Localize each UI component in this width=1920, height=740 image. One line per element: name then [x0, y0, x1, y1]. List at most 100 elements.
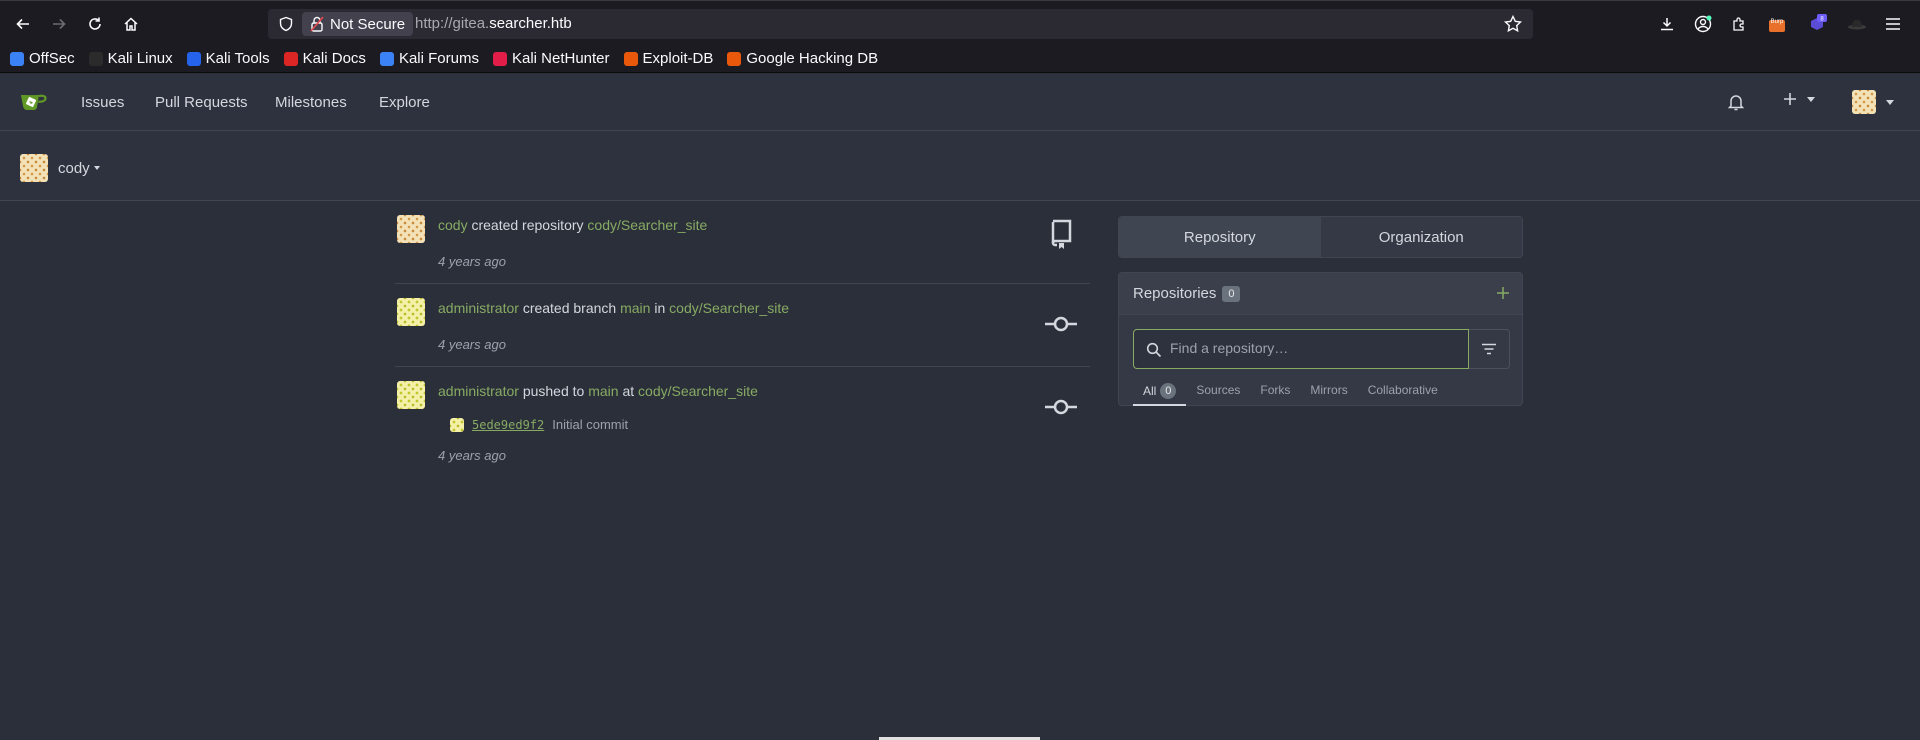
- filter-tab-forks[interactable]: Forks: [1250, 379, 1300, 406]
- insecure-lock-icon: [310, 16, 324, 32]
- menu-button[interactable]: [1880, 11, 1906, 37]
- back-button[interactable]: [10, 11, 36, 37]
- bookmark-label: OffSec: [29, 50, 75, 67]
- avatar[interactable]: [397, 381, 425, 409]
- repositories-label: Repositories: [1133, 285, 1217, 302]
- create-new-dropdown[interactable]: [1783, 92, 1815, 109]
- hat-extension-button[interactable]: [1844, 11, 1870, 37]
- not-secure-indicator[interactable]: Not Secure: [302, 12, 414, 36]
- feed-item: cody created repository cody/Searcher_si…: [395, 201, 1090, 284]
- bookmark-item[interactable]: Kali NetHunter: [492, 50, 610, 67]
- filter-tab-mirrors[interactable]: Mirrors: [1300, 379, 1357, 406]
- all-count-badge: 0: [1160, 383, 1177, 399]
- exploitdb-icon: [623, 51, 638, 66]
- kali-tools-icon: [186, 51, 201, 66]
- bookmark-item[interactable]: Kali Forums: [379, 50, 479, 67]
- avatar: [1852, 90, 1876, 114]
- downloads-button[interactable]: [1654, 11, 1680, 37]
- repositories-count-badge: 0: [1222, 286, 1241, 302]
- account-icon: [1694, 15, 1712, 33]
- extensions-button[interactable]: [1726, 11, 1752, 37]
- download-icon: [1661, 18, 1673, 31]
- bookmark-label: Kali Linux: [107, 50, 173, 67]
- feed-actor-link[interactable]: administrator: [438, 300, 519, 316]
- feed-item-title: administrator pushed to main at cody/Sea…: [438, 383, 758, 399]
- url-text[interactable]: http://gitea.searcher.htb: [415, 15, 572, 32]
- hexagon-extension-icon: 8: [1811, 14, 1827, 30]
- bookmark-label: Kali Forums: [398, 50, 479, 67]
- feed-actor-link[interactable]: cody: [438, 217, 468, 233]
- commit-sha-link[interactable]: 5ede9ed9f2: [472, 418, 544, 432]
- url-domain: searcher.htb: [489, 15, 572, 32]
- home-button[interactable]: [118, 11, 144, 37]
- shield-icon[interactable]: [278, 16, 294, 32]
- bookmark-item[interactable]: Google Hacking DB: [727, 50, 878, 67]
- bookmark-star-icon[interactable]: [1503, 14, 1523, 34]
- account-button[interactable]: [1690, 11, 1716, 37]
- feed-timestamp: 4 years ago: [438, 448, 506, 463]
- bookmark-item[interactable]: Exploit-DB: [623, 50, 714, 67]
- feed-repo-link[interactable]: cody/Searcher_site: [669, 300, 789, 316]
- feed-branch-link[interactable]: main: [620, 300, 650, 316]
- offsec-icon: [10, 51, 24, 66]
- feed-timestamp: 4 years ago: [438, 254, 506, 269]
- commit-entry: 5ede9ed9f2 Initial commit: [450, 417, 628, 432]
- avatar[interactable]: [397, 298, 425, 326]
- chevron-down-icon: [1885, 99, 1894, 105]
- git-commit-icon: [1045, 316, 1077, 332]
- plus-icon: [1497, 287, 1509, 299]
- feed-timestamp: 4 years ago: [438, 337, 506, 352]
- bell-icon: [1727, 95, 1745, 111]
- feed-repo-link[interactable]: cody/Searcher_site: [587, 217, 707, 233]
- bookmark-label: Kali NetHunter: [511, 50, 610, 67]
- burp-extension-button[interactable]: Burp: [1764, 11, 1790, 37]
- url-bar[interactable]: Not Secure http://gitea.searcher.htb: [268, 9, 1533, 39]
- bookmark-label: Kali Docs: [302, 50, 366, 67]
- filter-icon: [1482, 343, 1496, 355]
- nav-issues[interactable]: Issues: [81, 94, 124, 111]
- feed-item-title: cody created repository cody/Searcher_si…: [438, 217, 707, 233]
- bookmark-item[interactable]: Kali Linux: [88, 50, 173, 67]
- bookmark-item[interactable]: Kali Docs: [283, 50, 366, 67]
- bookmark-label: Google Hacking DB: [746, 50, 879, 67]
- repository-filter-tabs: All 0 Sources Forks Mirrors Collaborative: [1133, 379, 1448, 406]
- filter-button[interactable]: [1469, 329, 1510, 369]
- nav-milestones[interactable]: Milestones: [275, 94, 347, 111]
- user-menu-dropdown[interactable]: [1852, 90, 1894, 114]
- plus-icon: [1784, 93, 1796, 105]
- nav-explore[interactable]: Explore: [379, 94, 430, 111]
- search-input[interactable]: [1170, 340, 1460, 356]
- tab-repository[interactable]: Repository: [1119, 217, 1321, 257]
- feed-action: pushed to: [522, 383, 585, 399]
- bookmark-item[interactable]: OffSec: [10, 50, 75, 67]
- bookmark-label: Exploit-DB: [642, 50, 714, 67]
- kali-dragon-icon: [88, 51, 103, 66]
- filter-tab-label: All: [1143, 384, 1157, 398]
- context-user-label: cody: [58, 159, 90, 177]
- reload-button[interactable]: [82, 11, 108, 37]
- chevron-down-icon: [1806, 97, 1815, 102]
- search-icon: [1146, 342, 1162, 358]
- tab-organization[interactable]: Organization: [1320, 217, 1522, 257]
- avatar[interactable]: [397, 215, 425, 243]
- feed-branch-link[interactable]: main: [588, 383, 618, 399]
- gitea-logo-icon[interactable]: [20, 90, 50, 112]
- feed-preposition: at: [622, 383, 635, 399]
- browser-toolbar: Not Secure http://gitea.searcher.htb Bur…: [0, 0, 1920, 45]
- context-user-dropdown[interactable]: cody: [20, 154, 100, 182]
- feed-item: administrator created branch main in cod…: [395, 284, 1090, 367]
- filter-tab-all[interactable]: All 0: [1133, 379, 1187, 406]
- add-repository-button[interactable]: [1496, 281, 1510, 305]
- not-secure-label: Not Secure: [330, 15, 406, 33]
- filter-tab-sources[interactable]: Sources: [1186, 379, 1250, 406]
- feed-repo-link[interactable]: cody/Searcher_site: [638, 383, 758, 399]
- home-icon: [124, 17, 138, 31]
- forward-button[interactable]: [46, 11, 72, 37]
- filter-tab-collaborative[interactable]: Collaborative: [1358, 379, 1448, 406]
- chevron-down-icon: [93, 166, 100, 170]
- feed-actor-link[interactable]: administrator: [438, 383, 519, 399]
- purple-extension-button[interactable]: 8: [1804, 11, 1830, 37]
- notifications-button[interactable]: [1727, 93, 1745, 114]
- bookmark-item[interactable]: Kali Tools: [186, 50, 270, 67]
- nav-pull-requests[interactable]: Pull Requests: [155, 94, 248, 111]
